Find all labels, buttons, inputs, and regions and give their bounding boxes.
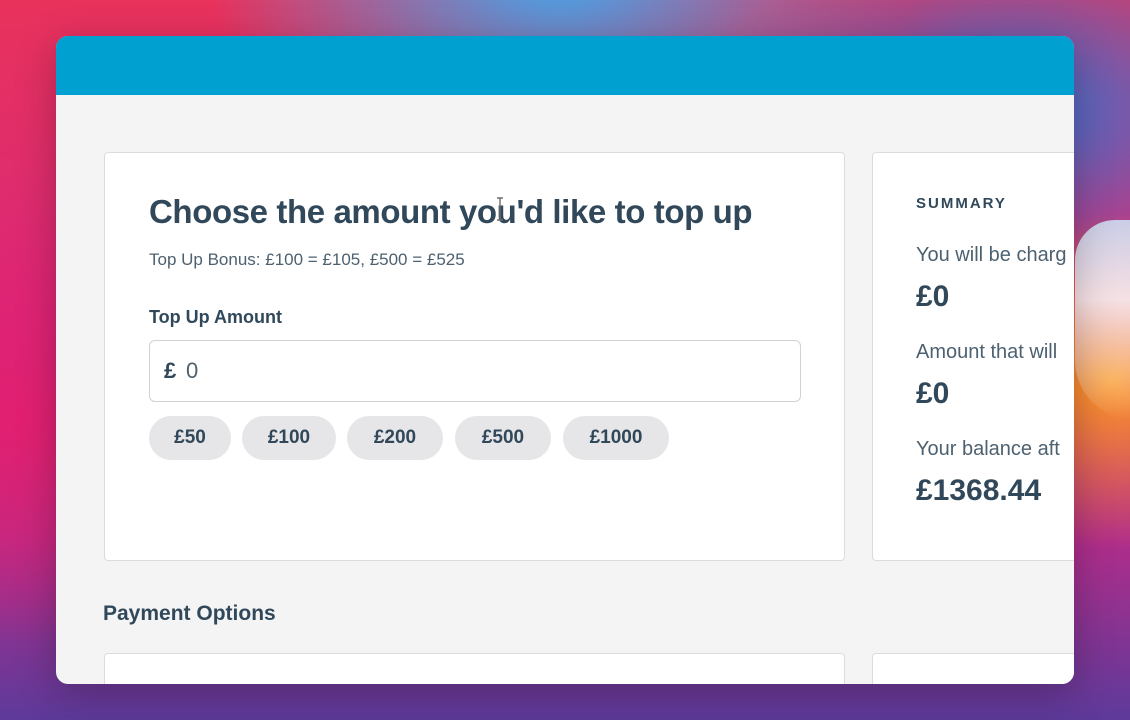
preset-500-button[interactable]: £500 <box>455 416 551 460</box>
top-bar <box>56 36 1074 95</box>
preset-200-button[interactable]: £200 <box>347 416 443 460</box>
charge-amount-value: £0 <box>916 280 950 313</box>
preset-1000-button[interactable]: £1000 <box>563 416 669 460</box>
balance-after-label: Your balance aft <box>916 438 1060 460</box>
payment-option-card[interactable] <box>872 653 1074 684</box>
top-up-bonus-text: Top Up Bonus: £100 = £105, £500 = £525 <box>149 250 465 269</box>
top-up-amount-label: Top Up Amount <box>149 307 282 327</box>
top-up-title: Choose the amount you'd like to top up <box>149 193 753 230</box>
charge-amount-label: You will be charg <box>916 244 1067 266</box>
summary-heading: SUMMARY <box>916 195 1007 212</box>
summary-card: SUMMARY You will be charg £0 Amount that… <box>872 152 1074 561</box>
payment-options-title: Payment Options <box>103 602 276 625</box>
top-up-card: Choose the amount you'd like to top up T… <box>104 152 845 561</box>
credited-amount-value: £0 <box>916 377 950 410</box>
top-up-amount-input[interactable] <box>186 351 786 391</box>
preset-100-button[interactable]: £100 <box>242 416 336 460</box>
app-window: Choose the amount you'd like to top up T… <box>56 36 1074 684</box>
top-up-amount-field[interactable]: £ <box>149 340 801 402</box>
currency-symbol: £ <box>164 358 177 383</box>
preset-50-button[interactable]: £50 <box>149 416 231 460</box>
credited-amount-label: Amount that will <box>916 341 1058 363</box>
balance-after-value: £1368.44 <box>916 474 1042 507</box>
text-cursor-icon <box>497 197 503 221</box>
payment-option-card[interactable] <box>104 653 845 684</box>
